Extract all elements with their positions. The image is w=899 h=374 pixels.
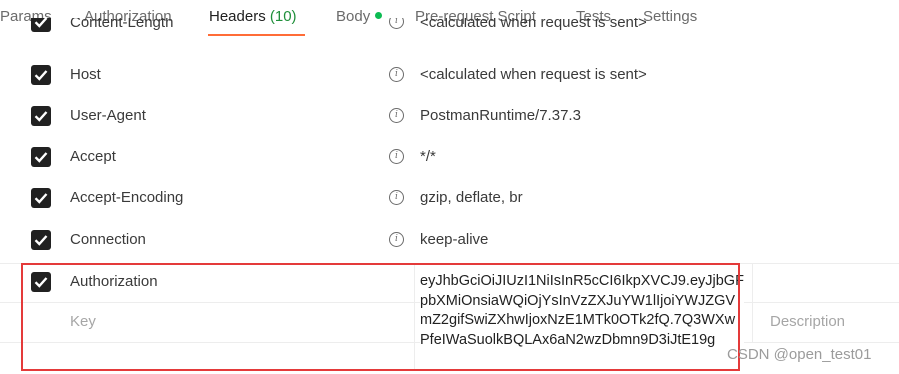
header-value[interactable]: <calculated when request is sent> (420, 18, 647, 31)
info-icon[interactable]: i (389, 18, 404, 29)
header-value[interactable]: keep-alive (420, 231, 488, 248)
header-row: Host i <calculated when request is sent> (0, 54, 899, 95)
header-key[interactable]: Connection (70, 231, 146, 248)
info-icon[interactable]: i (389, 232, 404, 247)
header-row: Accept-Encoding i gzip, deflate, br (0, 177, 899, 218)
info-icon[interactable]: i (389, 149, 404, 164)
header-key[interactable]: Accept (70, 148, 116, 165)
header-checkbox[interactable] (31, 18, 51, 32)
info-icon[interactable]: i (389, 67, 404, 82)
header-row: Connection i keep-alive (0, 218, 899, 259)
header-row-partial: Content-Length i <calculated when reques… (0, 18, 899, 32)
new-description-placeholder[interactable]: Description (770, 313, 845, 330)
header-key[interactable]: Content-Length (70, 18, 173, 31)
info-icon[interactable]: i (389, 108, 404, 123)
header-checkbox[interactable] (31, 188, 51, 208)
header-key[interactable]: User-Agent (70, 107, 146, 124)
header-key[interactable]: Host (70, 66, 101, 83)
header-checkbox[interactable] (31, 147, 51, 167)
header-key[interactable]: Accept-Encoding (70, 189, 183, 206)
header-row: User-Agent i PostmanRuntime/7.37.3 (0, 95, 899, 136)
column-divider (752, 263, 753, 343)
header-checkbox[interactable] (31, 230, 51, 250)
header-value[interactable]: */* (420, 148, 436, 165)
highlight-box (21, 263, 740, 371)
header-row: Accept i */* (0, 136, 899, 177)
info-icon[interactable]: i (389, 190, 404, 205)
watermark: CSDN @open_test01 (727, 346, 872, 363)
header-value[interactable]: <calculated when request is sent> (420, 66, 647, 83)
header-value[interactable]: gzip, deflate, br (420, 189, 523, 206)
header-checkbox[interactable] (31, 106, 51, 126)
active-tab-underline (208, 34, 305, 36)
header-value[interactable]: PostmanRuntime/7.37.3 (420, 107, 581, 124)
header-checkbox[interactable] (31, 65, 51, 85)
